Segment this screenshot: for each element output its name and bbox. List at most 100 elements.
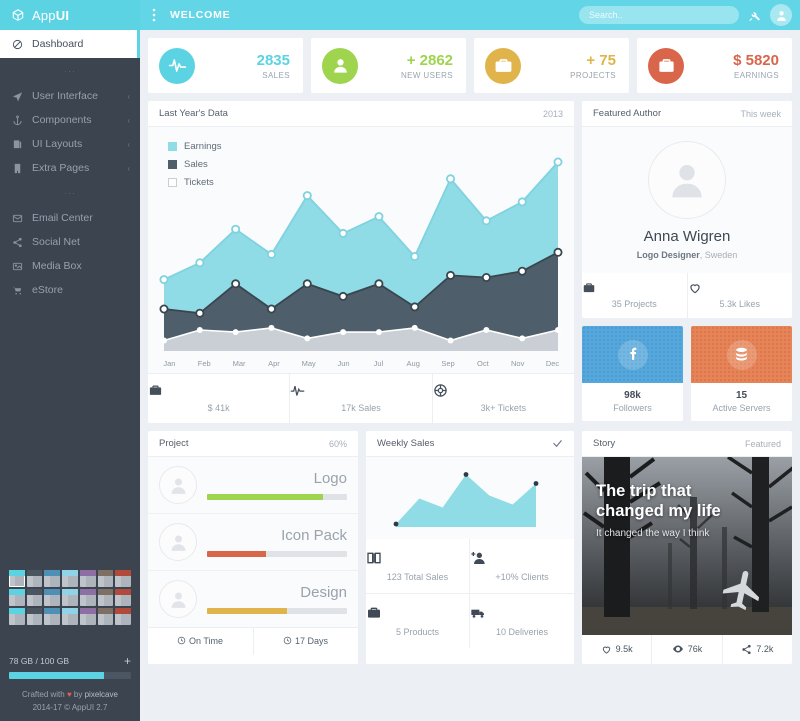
data-point[interactable] [231, 279, 241, 289]
data-point[interactable] [374, 279, 384, 289]
theme-swatch[interactable] [26, 607, 43, 625]
author-stat-projects[interactable]: 35 Projects [582, 273, 688, 318]
sidebar-item-email-center[interactable]: Email Center [0, 206, 140, 230]
data-point[interactable] [232, 329, 239, 336]
theme-swatch[interactable] [97, 588, 114, 606]
data-point[interactable] [302, 191, 312, 201]
data-point[interactable] [517, 197, 527, 207]
theme-swatch[interactable] [9, 569, 25, 587]
theme-swatch[interactable] [9, 588, 25, 606]
check-icon[interactable] [552, 438, 563, 449]
avatar[interactable] [648, 141, 726, 219]
data-point[interactable] [446, 270, 456, 280]
chart-stat-tickets[interactable]: 3k+ Tickets [433, 374, 574, 423]
plus-icon[interactable]: + [124, 655, 131, 667]
data-point[interactable] [463, 472, 469, 477]
data-point[interactable] [338, 228, 348, 238]
data-point[interactable] [375, 329, 382, 336]
sidebar-item-media-box[interactable]: Media Box [0, 254, 140, 278]
data-point[interactable] [410, 302, 420, 312]
data-point[interactable] [446, 174, 456, 184]
theme-swatch[interactable] [44, 588, 61, 606]
weekly-stat-deliveries[interactable]: 10 Deliveries [470, 594, 574, 648]
project-status-days[interactable]: 17 Days [254, 628, 359, 655]
project-item[interactable]: Logo [148, 457, 358, 514]
story-stat-shares[interactable]: 7.2k [723, 635, 792, 664]
theme-swatch[interactable] [62, 569, 78, 587]
data-point[interactable] [195, 308, 205, 318]
data-point[interactable] [302, 279, 312, 289]
weekly-stat-products[interactable]: 5 Products [366, 594, 470, 648]
stat-card-sales[interactable]: 2835 SALES [148, 38, 303, 93]
project-status-on-time[interactable]: On Time [148, 628, 254, 655]
mini-area-chart[interactable] [366, 457, 574, 539]
sidebar-item-components[interactable]: Components ‹ [0, 108, 140, 132]
theme-swatch[interactable] [115, 588, 131, 606]
data-point[interactable] [159, 304, 169, 314]
theme-swatch[interactable] [115, 569, 131, 587]
search-input[interactable] [579, 6, 739, 24]
legend-item-tickets[interactable]: Tickets [168, 177, 222, 188]
story-image[interactable]: The trip that changed my life It changed… [582, 457, 792, 635]
theme-swatch[interactable] [26, 588, 43, 606]
tile-followers[interactable]: 98k Followers [582, 326, 683, 421]
sidebar-item-estore[interactable]: eStore [0, 278, 140, 302]
data-point[interactable] [266, 249, 276, 259]
theme-swatch[interactable] [9, 607, 25, 625]
sidebar-item-social-net[interactable]: Social Net [0, 230, 140, 254]
theme-swatch[interactable] [62, 588, 78, 606]
theme-swatch[interactable] [79, 569, 96, 587]
legend-item-sales[interactable]: Sales [168, 159, 222, 170]
tile-active-servers[interactable]: 15 Active Servers [691, 326, 792, 421]
data-point[interactable] [553, 247, 563, 257]
project-item[interactable]: Design [148, 571, 358, 628]
avatar[interactable] [770, 4, 792, 26]
legend-item-earnings[interactable]: Earnings [168, 141, 222, 152]
data-point[interactable] [533, 481, 539, 486]
theme-swatch[interactable] [44, 569, 61, 587]
data-point[interactable] [519, 335, 526, 342]
wrench-icon[interactable] [748, 9, 761, 22]
data-point[interactable] [266, 304, 276, 314]
data-point[interactable] [304, 335, 311, 342]
theme-swatch[interactable] [97, 569, 114, 587]
chart-stat-sales[interactable]: 17k Sales [290, 374, 433, 423]
stat-card-projects[interactable]: + 75 PROJECTS [474, 38, 629, 93]
project-item[interactable]: Icon Pack [148, 514, 358, 571]
data-point[interactable] [268, 324, 275, 331]
story-stat-likes[interactable]: 9.5k [582, 635, 653, 664]
data-point[interactable] [196, 327, 203, 333]
brand-logo[interactable]: AppUI [0, 0, 140, 30]
data-point[interactable] [159, 275, 169, 285]
sidebar-item-extra-pages[interactable]: Extra Pages ‹ [0, 156, 140, 180]
sidebar-item-user-interface[interactable]: User Interface ‹ [0, 84, 140, 108]
theme-swatch[interactable] [62, 607, 78, 625]
data-point[interactable] [447, 337, 454, 344]
data-point[interactable] [195, 258, 205, 268]
data-point[interactable] [481, 272, 491, 282]
author-stat-likes[interactable]: 5.3k Likes [688, 273, 793, 318]
stat-card-earnings[interactable]: $ 5820 EARNINGS [637, 38, 792, 93]
weekly-stat-clients[interactable]: +10% Clients [470, 539, 574, 594]
sidebar-item-ui-layouts[interactable]: UI Layouts ‹ [0, 132, 140, 156]
data-point[interactable] [553, 157, 563, 167]
data-point[interactable] [161, 337, 167, 344]
data-point[interactable] [231, 224, 241, 234]
chart-stat-earnings[interactable]: $ 41k [148, 374, 291, 423]
theme-swatch[interactable] [44, 607, 61, 625]
theme-swatch[interactable] [79, 607, 96, 625]
story-stat-views[interactable]: 76k [652, 635, 723, 664]
theme-swatch[interactable] [97, 607, 114, 625]
data-point[interactable] [340, 329, 347, 336]
data-point[interactable] [481, 216, 491, 226]
data-point[interactable] [374, 212, 384, 222]
theme-swatch[interactable] [79, 588, 96, 606]
data-point[interactable] [517, 266, 527, 276]
data-point[interactable] [338, 291, 348, 301]
data-point[interactable] [411, 324, 418, 331]
weekly-stat-total-sales[interactable]: 123 Total Sales [366, 539, 470, 594]
menu-dots-icon[interactable] [152, 8, 156, 22]
data-point[interactable] [393, 521, 399, 527]
theme-swatch[interactable] [115, 607, 131, 625]
data-point[interactable] [483, 327, 490, 333]
